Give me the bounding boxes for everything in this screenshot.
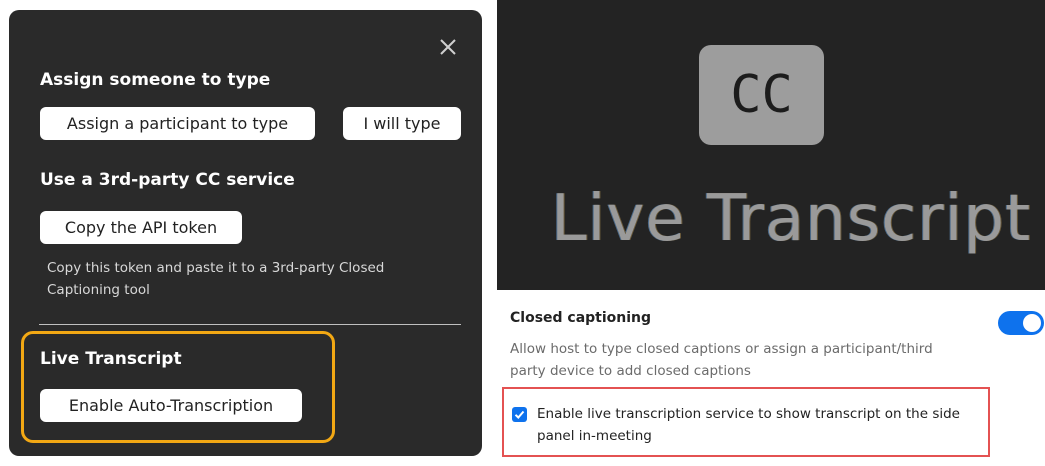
- closed-captioning-description: Allow host to type closed captions or as…: [510, 341, 933, 379]
- left-screenshot: Assign someone to type Assign a particip…: [0, 0, 497, 466]
- close-icon[interactable]: [437, 36, 459, 58]
- closed-captioning-title: Closed captioning: [510, 310, 652, 326]
- live-transcript-graphic: CC Live Transcript: [497, 0, 1045, 290]
- live-transcription-label: Enable live transcription service to sho…: [537, 406, 960, 444]
- live-transcript-title: Live Transcript: [551, 182, 1032, 256]
- toggle-knob: [1023, 314, 1041, 332]
- live-transcript-highlight: [21, 331, 335, 443]
- i-will-type-button[interactable]: I will type: [343, 107, 461, 140]
- cc-icon: CC: [699, 45, 824, 145]
- copy-api-token-button[interactable]: Copy the API token: [40, 211, 242, 244]
- assign-heading: Assign someone to type: [40, 70, 271, 90]
- settings-section: Closed captioning Allow host to type clo…: [497, 290, 1045, 466]
- closed-captioning-toggle[interactable]: [998, 311, 1044, 335]
- divider: [39, 324, 461, 325]
- third-party-heading: Use a 3rd-party CC service: [40, 170, 295, 190]
- check-icon: [514, 410, 525, 419]
- live-transcription-checkbox[interactable]: [512, 407, 527, 422]
- copy-api-helper-text: Copy this token and paste it to a 3rd-pa…: [47, 260, 385, 298]
- assign-participant-button[interactable]: Assign a participant to type: [40, 107, 315, 140]
